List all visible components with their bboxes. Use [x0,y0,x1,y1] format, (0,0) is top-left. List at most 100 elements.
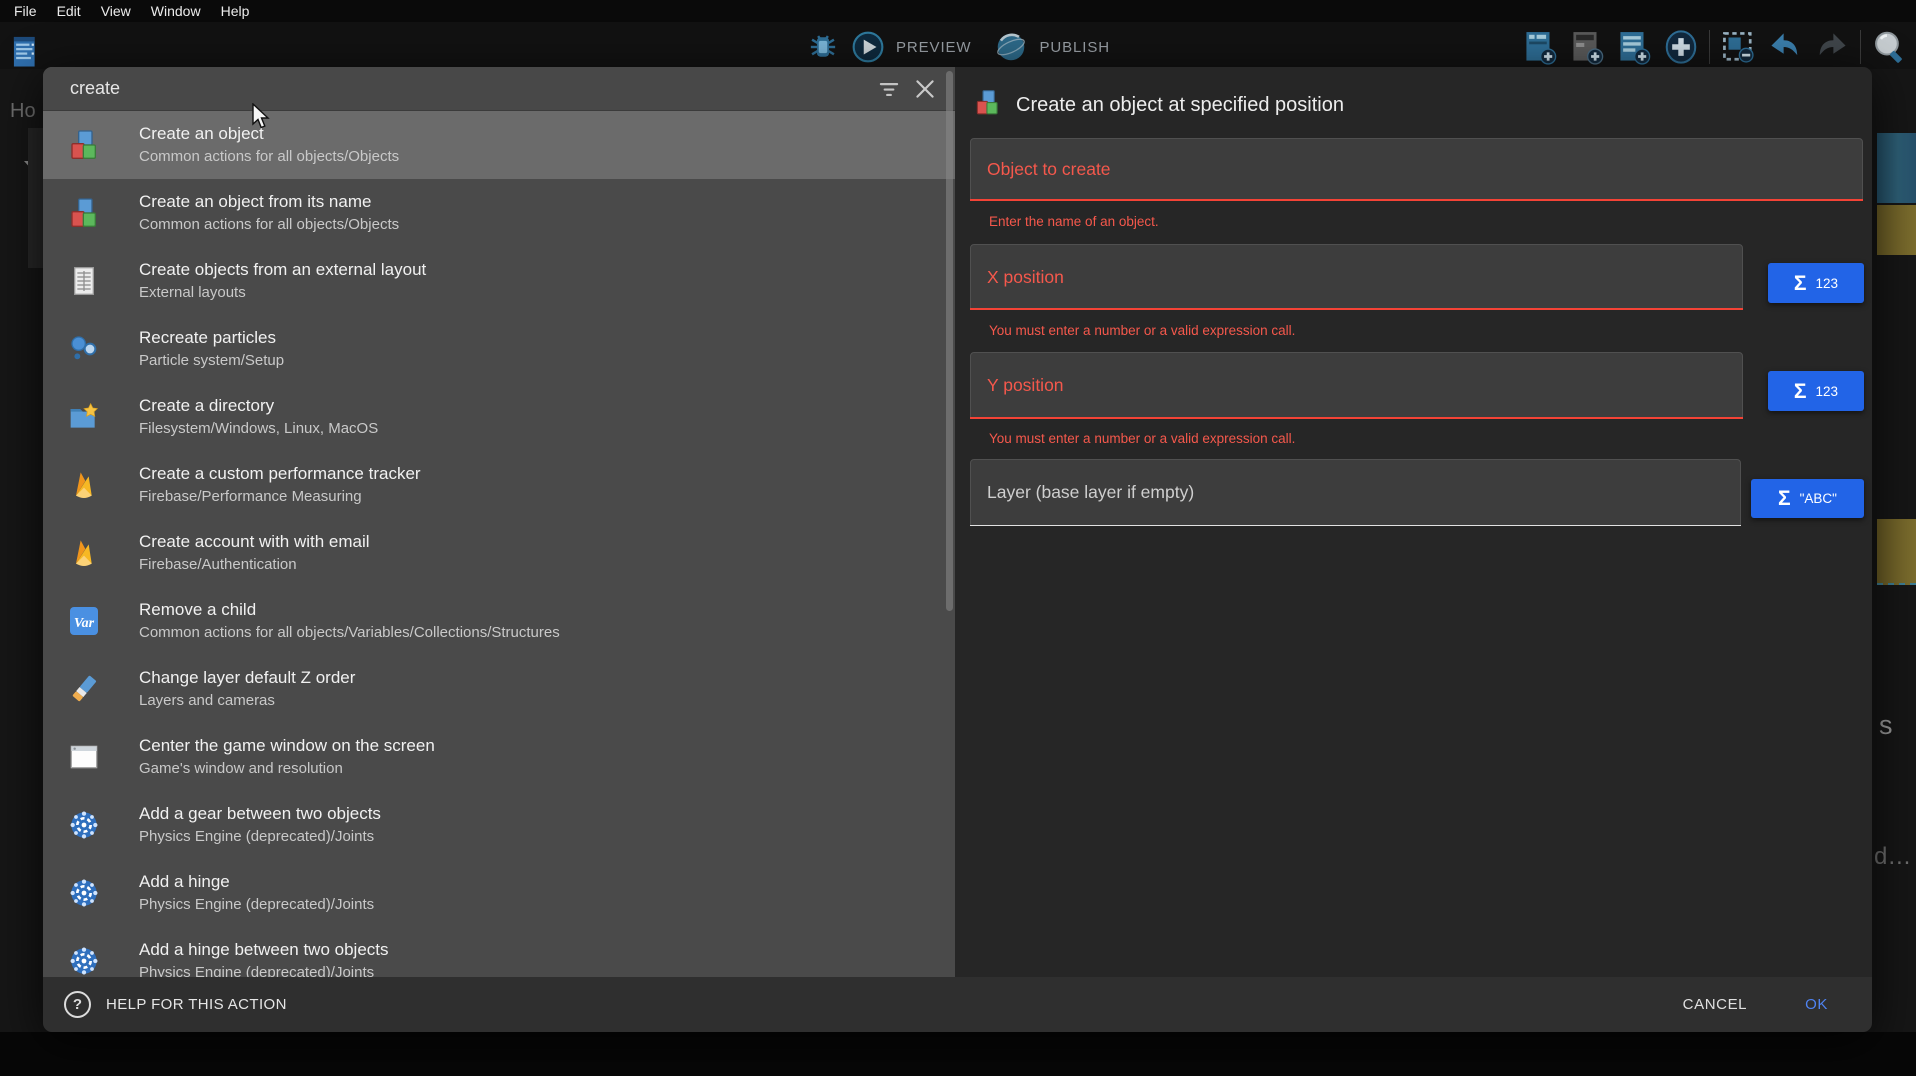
layer-input[interactable] [971,460,1740,525]
x-expression-builder-button[interactable]: Σ 123 [1768,263,1864,303]
physics-joint-icon [67,944,101,977]
result-title: Add a hinge [139,872,374,892]
close-icon[interactable] [907,71,943,107]
result-subtitle: External layouts [139,284,426,302]
publish-sphere-icon[interactable] [994,30,1028,64]
menu-item-help[interactable]: Help [211,0,260,22]
debug-icon[interactable] [806,30,840,64]
redo-icon[interactable] [1813,28,1851,66]
menu-item-edit[interactable]: Edit [47,0,91,22]
background-thumbnail-gold-selected [1877,519,1916,585]
menu-item-window[interactable]: Window [141,0,211,22]
publish-button[interactable]: PUBLISH [1039,39,1110,56]
object-to-create-input[interactable] [971,139,1862,200]
y-expression-builder-button[interactable]: Σ 123 [1768,371,1864,411]
action-result-item[interactable]: Change layer default Z orderLayers and c… [43,655,955,723]
result-title: Recreate particles [139,328,284,348]
particles-icon [67,332,101,366]
search-input[interactable] [68,77,871,100]
menu-item-file[interactable]: File [4,0,47,22]
menu-item-view[interactable]: View [91,0,141,22]
result-subtitle: Physics Engine (deprecated)/Joints [139,896,374,914]
background-thumbnail-teal [1877,133,1916,203]
preview-play-icon[interactable] [851,30,885,64]
menu-bar: FileEditViewWindowHelp [0,0,1916,22]
result-title: Create an object [139,124,399,144]
variable-var-icon: Var [67,604,101,638]
action-result-item[interactable]: Create a custom performance trackerFireb… [43,451,955,519]
instruction-editor-dialog: Create an object Common actions for all o… [43,67,1872,1032]
search-icon[interactable] [1870,28,1908,66]
action-result-item[interactable]: Create a directoryFilesystem/Windows, Li… [43,383,955,451]
list-scrollbar[interactable] [946,71,953,611]
action-result-item[interactable]: Add a gear between two objects Physics En… [43,791,955,859]
objects-cubes-icon [974,89,1001,121]
result-title: Center the game window on the screen [139,736,435,756]
firebase-flame-icon [67,468,101,502]
firebase-flame-icon [67,536,101,570]
game-window-icon [67,740,101,774]
result-title: Add a hinge between two objects [139,940,389,960]
add-subevent-icon[interactable] [1568,28,1606,66]
background-text-fragment: d… [1874,843,1911,871]
object-to-create-field[interactable] [970,138,1863,201]
action-result-item[interactable]: Var Remove a child Common actions for all … [43,587,955,655]
add-new-icon[interactable] [1662,28,1700,66]
gdevelop-window: FileEditViewWindowHelp PREVIEW PUBLISH H… [0,0,1916,1076]
sigma-icon: Σ [1794,273,1807,294]
action-result-item[interactable]: Recreate particles Particle system/Setup [43,315,955,383]
help-button[interactable]: ? HELP FOR THIS ACTION [64,991,287,1018]
layer-field[interactable] [970,459,1741,526]
result-title: Create a custom performance tracker [139,464,421,484]
search-header [43,67,955,111]
ok-button[interactable]: OK [1799,995,1834,1014]
result-subtitle: Common actions for all objects/Variables… [139,624,560,642]
result-title: Remove a child [139,600,560,620]
result-title: Create account with with email [139,532,370,552]
result-title: Change layer default Z order [139,668,355,688]
result-subtitle: Firebase/Authentication [139,556,370,574]
action-title: Create an object at specified position [1016,94,1344,117]
y-position-input[interactable] [971,353,1742,418]
action-result-item[interactable]: Center the game window on the screenGame… [43,723,955,791]
result-title: Add a gear between two objects [139,804,381,824]
x-position-field[interactable] [970,244,1743,310]
action-result-item[interactable]: Add a hinge between two objectsPhysics E… [43,927,955,977]
action-result-item[interactable]: Create an object from its nameCommon act… [43,179,955,247]
home-tab-clipped: Ho [10,100,36,123]
action-result-item[interactable]: Add a hinge Physics Engine (deprecated)/J… [43,859,955,927]
result-subtitle: Physics Engine (deprecated)/Joints [139,828,381,846]
result-title: Create objects from an external layout [139,260,426,280]
physics-joint-icon [67,808,101,842]
action-result-item[interactable]: Create account with with email Firebase/A… [43,519,955,587]
action-results-list: Create an object Common actions for all o… [43,111,955,977]
sigma-icon: Σ [1794,381,1807,402]
project-manager-icon[interactable] [8,34,42,68]
action-result-item[interactable]: Create objects from an external layout Ex… [43,247,955,315]
eraser-layer-icon [67,672,101,706]
physics-joint-icon [67,876,101,910]
action-result-item[interactable]: Create an objectCommon actions for all o… [43,111,955,179]
preview-button[interactable]: PREVIEW [896,39,971,56]
x-position-input[interactable] [971,245,1742,309]
layer-expression-builder-button[interactable]: Σ "ABC" [1751,479,1864,518]
y-position-field[interactable] [970,352,1743,419]
cancel-button[interactable]: CANCEL [1677,995,1753,1014]
result-subtitle: Particle system/Setup [139,352,284,370]
undo-icon[interactable] [1766,28,1804,66]
toggle-events-icon[interactable] [1719,28,1757,66]
toolbar-right-icons [1521,28,1908,66]
background-thumbnail-gold [1877,205,1916,255]
action-search-pane: Create an object Common actions for all o… [43,67,955,977]
filter-icon[interactable] [871,71,907,107]
action-parameters-pane: Create an object at specified position E… [955,67,1872,977]
dialog-footer: ? HELP FOR THIS ACTION CANCEL OK [43,977,1872,1032]
add-comment-icon[interactable] [1615,28,1653,66]
objects-cubes-icon [67,196,101,230]
background-panel-edge [28,128,43,268]
add-event-icon[interactable] [1521,28,1559,66]
toolbar-separator [1860,30,1861,64]
result-subtitle: Common actions for all objects/Objects [139,216,399,234]
background-text-fragment: s [1879,710,1893,741]
background-bottom [0,1032,1916,1076]
